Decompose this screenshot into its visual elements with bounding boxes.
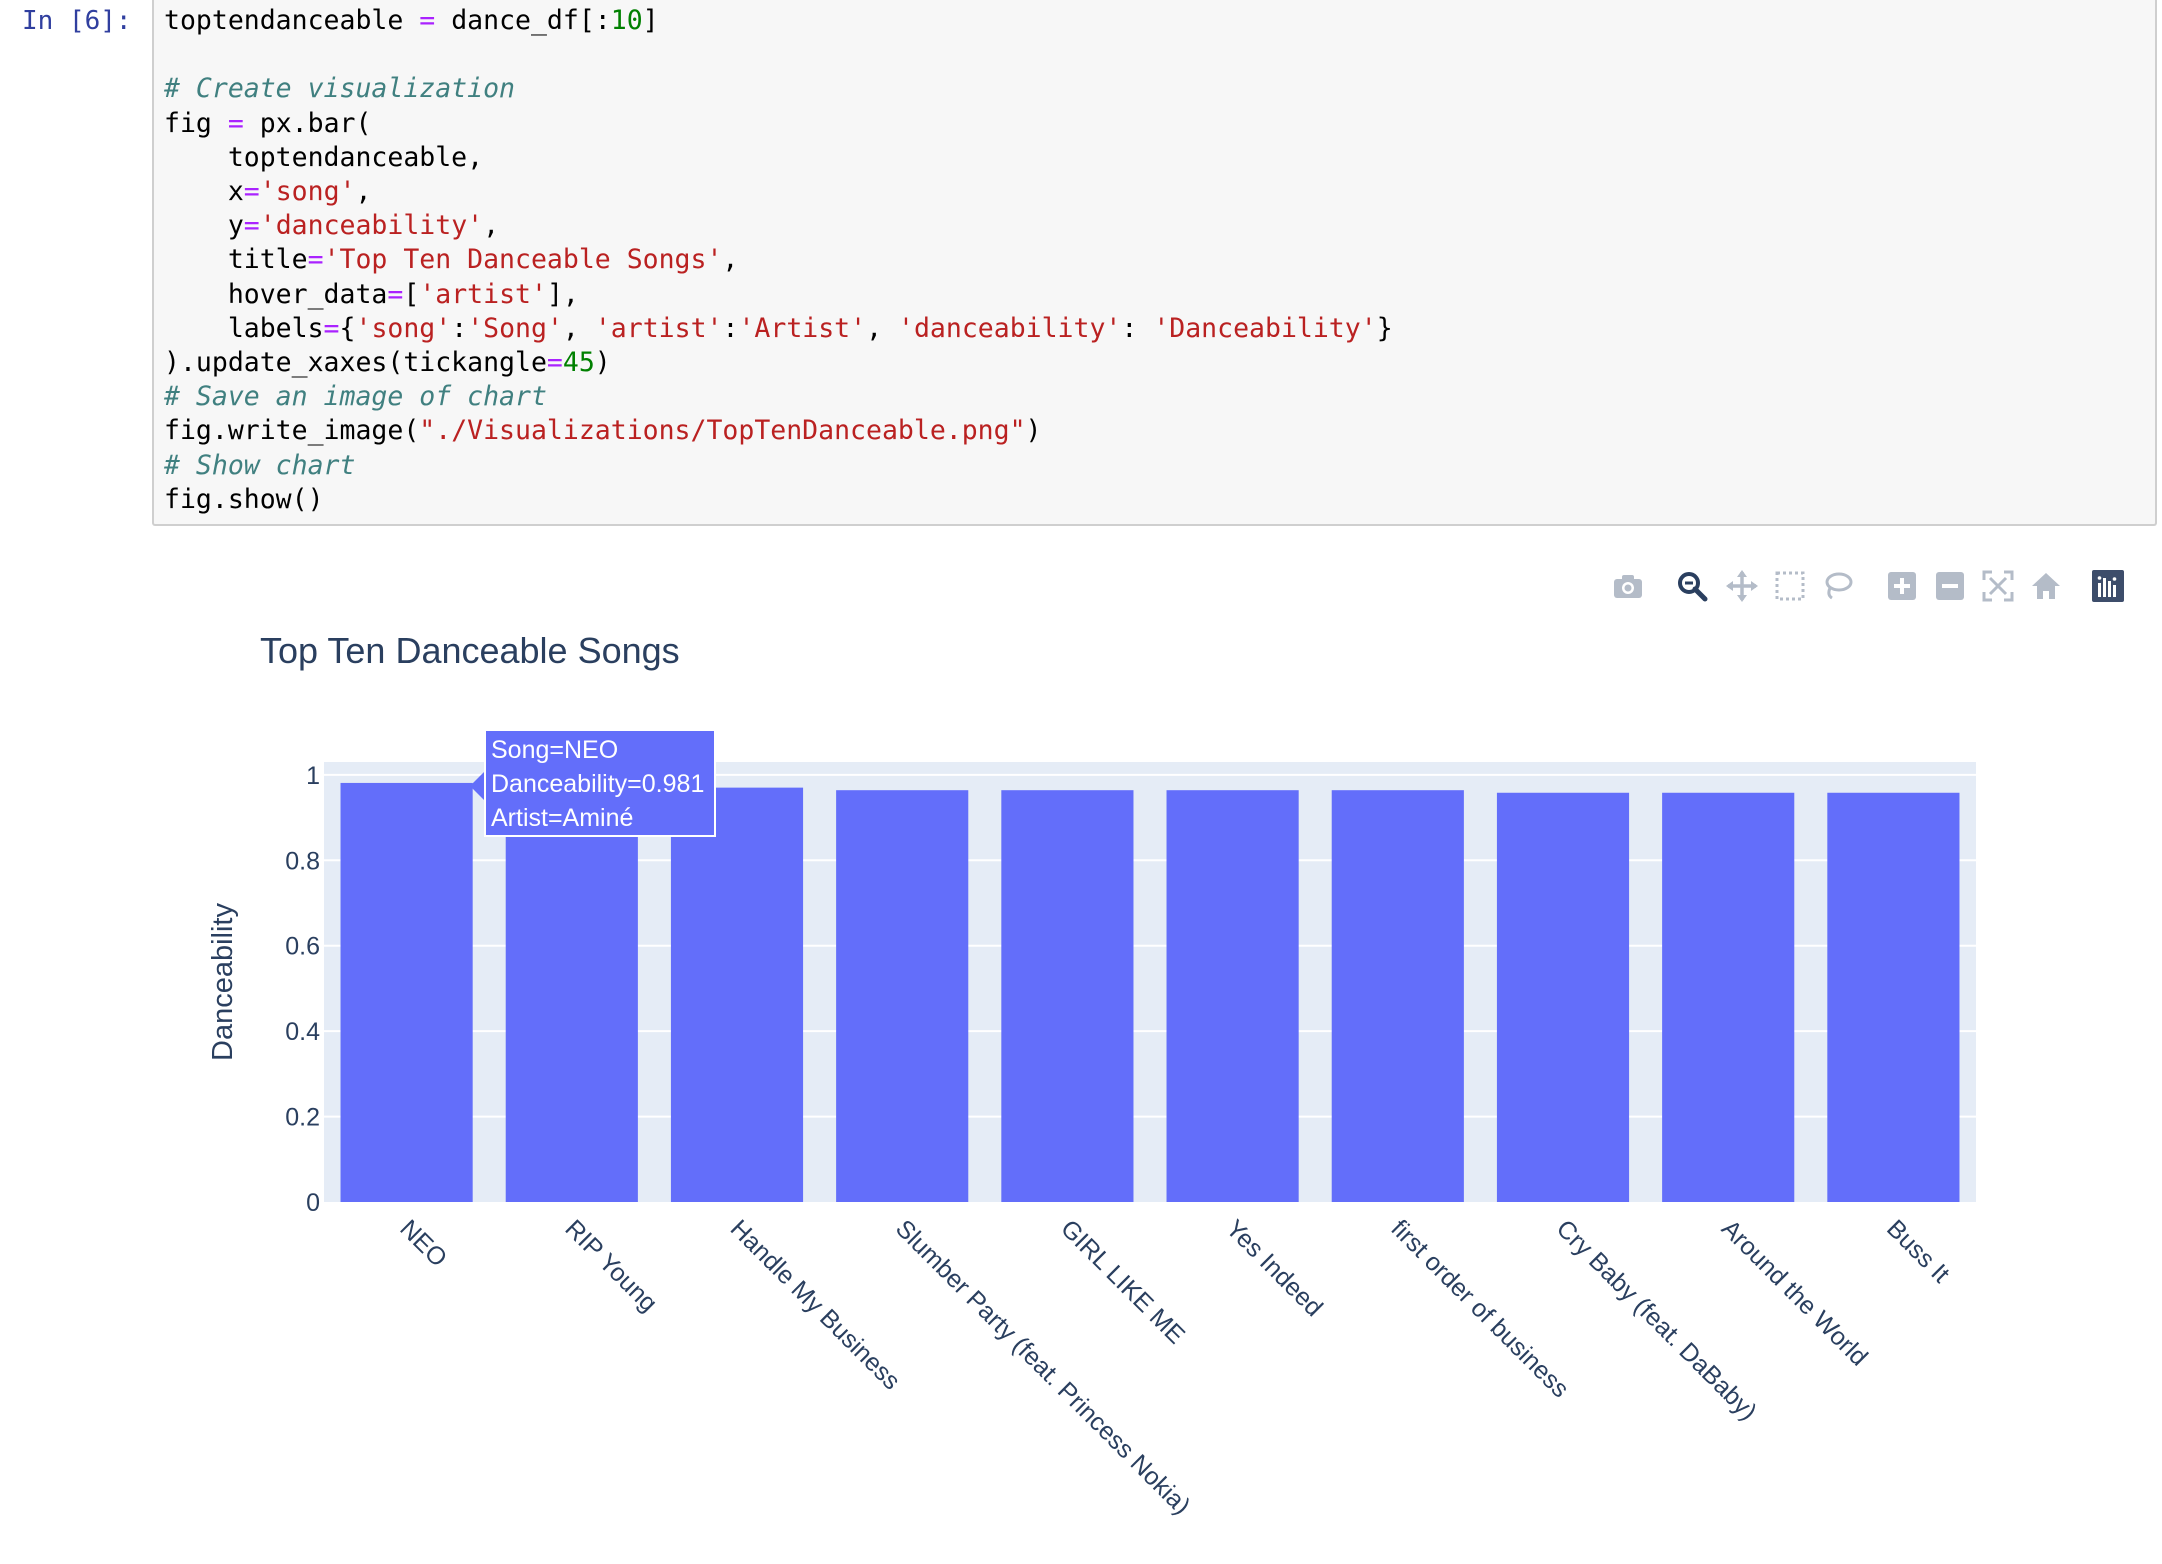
y-tick-label: 0 bbox=[306, 1189, 320, 1217]
y-tick-label: 0.8 bbox=[285, 847, 320, 875]
tooltip-line-artist: Artist=Aminé bbox=[491, 804, 634, 832]
x-tick-label: Buss It bbox=[1881, 1214, 1955, 1288]
bar[interactable] bbox=[1166, 790, 1299, 1202]
y-axis-title: Danceability bbox=[207, 903, 239, 1061]
y-tick-label: 0.6 bbox=[285, 933, 320, 961]
x-tick-label: RIP Young bbox=[560, 1214, 663, 1317]
bar[interactable] bbox=[1001, 790, 1134, 1202]
bar[interactable] bbox=[836, 790, 969, 1202]
x-tick-label: Around the World bbox=[1716, 1214, 1873, 1371]
y-tick-label: 0.4 bbox=[285, 1018, 320, 1046]
x-tick-label: Handle My Business bbox=[725, 1214, 906, 1395]
bar-chart[interactable]: 0 0.2 0.4 0.6 0.8 1 NEO RIP Young Handle My Busi… bbox=[0, 0, 2162, 1564]
bar[interactable] bbox=[1662, 792, 1795, 1202]
x-tick-label: GIRL LIKE ME bbox=[1055, 1214, 1190, 1349]
x-tick-label: Yes Indeed bbox=[1220, 1214, 1328, 1322]
x-tick-label: first order of business bbox=[1386, 1214, 1575, 1403]
bar[interactable] bbox=[670, 787, 804, 1202]
y-tick-label: 0.2 bbox=[285, 1104, 320, 1132]
tooltip-line-song: Song=NEO bbox=[491, 736, 619, 764]
y-tick-label: 1 bbox=[306, 762, 320, 790]
bar[interactable] bbox=[1331, 790, 1464, 1202]
tooltip-line-danceability: Danceability=0.981 bbox=[491, 770, 705, 798]
bar[interactable] bbox=[340, 782, 473, 1202]
x-tick-label: NEO bbox=[394, 1214, 452, 1272]
x-tick-label: Slumber Party (feat. Princess Nokia) bbox=[890, 1214, 1196, 1520]
bar[interactable] bbox=[1827, 792, 1960, 1202]
bar[interactable] bbox=[505, 787, 638, 1202]
tooltip-arrow bbox=[470, 772, 484, 800]
bar[interactable] bbox=[1496, 792, 1630, 1202]
hover-tooltip: Song=NEO Danceability=0.981 Artist=Aminé bbox=[484, 729, 716, 837]
